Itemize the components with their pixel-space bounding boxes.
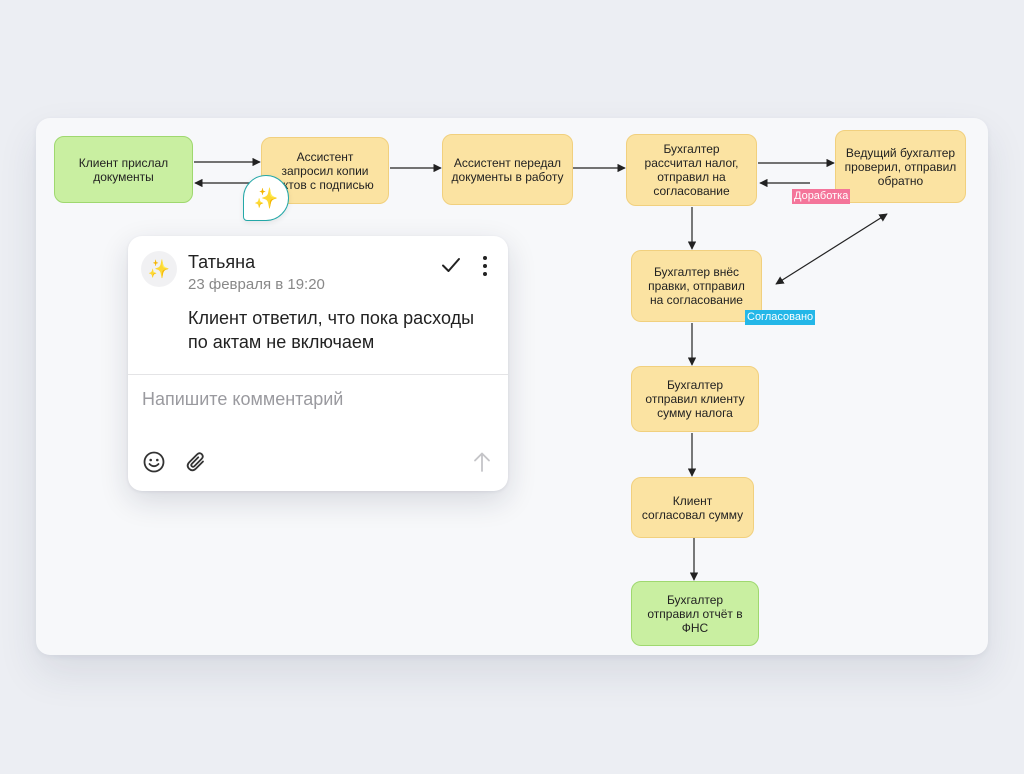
attach-icon[interactable] — [184, 450, 208, 474]
flow-node-client-approved-sum[interactable]: Клиент согласовал сумму — [631, 477, 754, 538]
emoji-icon[interactable] — [142, 450, 166, 474]
sparkles-icon: ✨ — [253, 187, 279, 210]
flow-node-client-sent-docs[interactable]: Клиент прислал документы — [54, 136, 193, 203]
comment-text: Клиент ответил, что пока расходы по акта… — [188, 308, 475, 352]
comment-input[interactable] — [140, 384, 494, 414]
divider — [128, 374, 508, 375]
check-icon[interactable] — [440, 254, 462, 276]
comment-author: Татьяна — [188, 252, 256, 272]
comment-date: 23 февраля в 19:20 — [188, 276, 325, 293]
flow-node-accountant-sent-tax-sum[interactable]: Бухгалтер отправил клиенту сумму налога — [631, 366, 759, 432]
tag-approved: Согласовано — [745, 310, 816, 325]
tag-rework: Доработка — [792, 189, 851, 204]
sparkles-icon: ✨ — [147, 258, 171, 279]
flow-node-report-sent-fns[interactable]: Бухгалтер отправил отчёт в ФНС — [631, 581, 759, 646]
comment-pin[interactable]: ✨ — [243, 175, 289, 221]
flow-node-accountant-made-edits[interactable]: Бухгалтер внёс правки, отправил на согла… — [631, 250, 762, 322]
comment-card: ✨ Татьяна 23 февраля в 19:20 Клиент отве… — [128, 236, 508, 491]
flow-node-accountant-calculated-tax[interactable]: Бухгалтер рассчитал налог, отправил на с… — [626, 134, 757, 206]
avatar: ✨ — [141, 251, 177, 287]
more-icon[interactable] — [478, 254, 492, 278]
flow-node-lead-accountant-checked[interactable]: Ведущий бухгалтер проверил, отправил обр… — [835, 130, 966, 203]
send-icon[interactable] — [470, 450, 494, 474]
flow-node-assistant-passed-docs[interactable]: Ассистент передал документы в работу — [442, 134, 573, 205]
